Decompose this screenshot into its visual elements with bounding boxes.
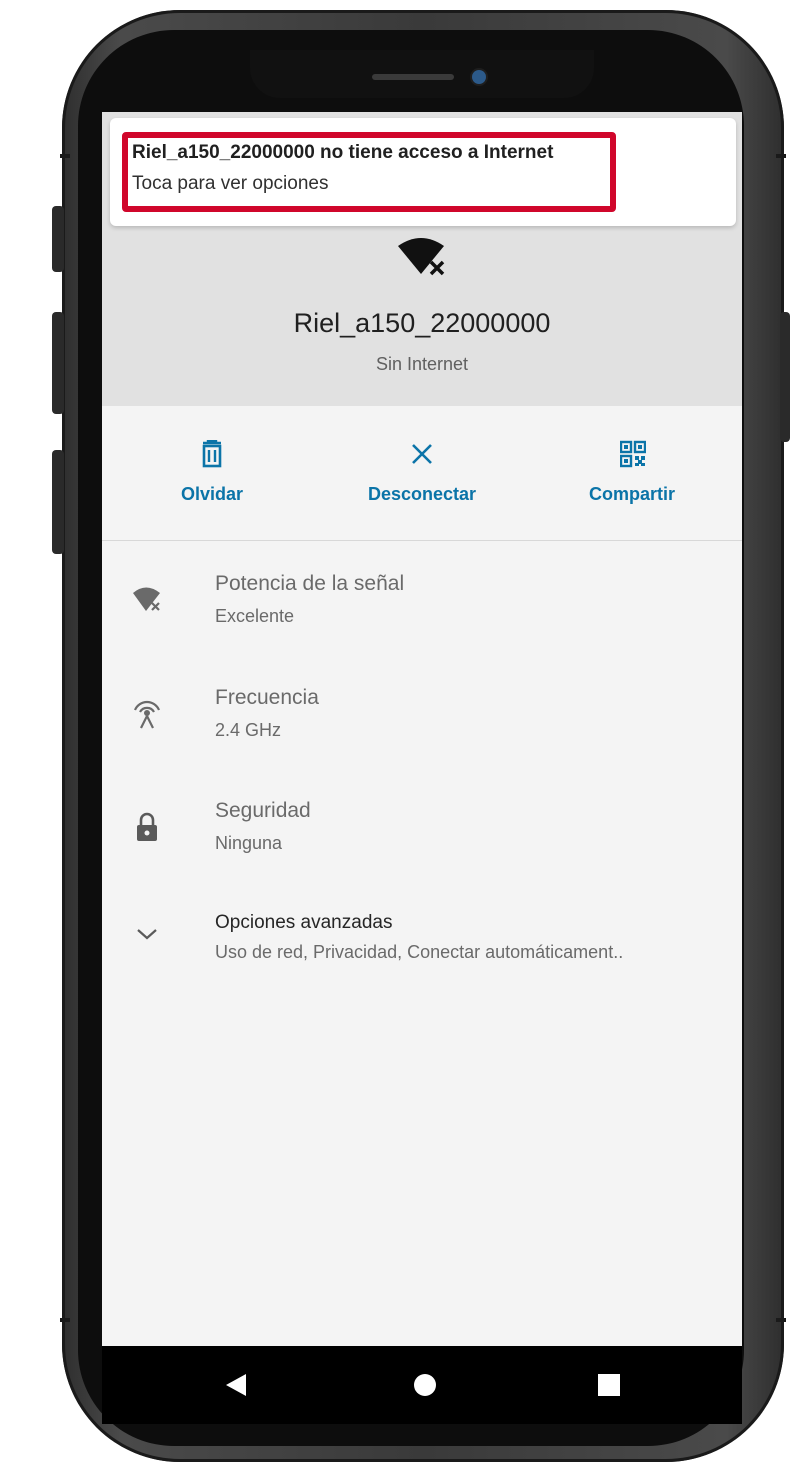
front-camera — [472, 70, 486, 84]
signal-strength-title: Potencia de la señal — [215, 572, 405, 595]
notification-subtitle: Toca para ver opciones — [132, 173, 329, 194]
home-circle-icon — [414, 1374, 436, 1396]
back-button[interactable] — [222, 1370, 252, 1405]
notification-title: Riel_a150_22000000 no tiene acceso a Int… — [132, 142, 554, 163]
close-icon — [412, 444, 432, 464]
back-triangle-icon — [226, 1374, 246, 1396]
lock-icon — [132, 811, 162, 848]
home-button[interactable] — [412, 1372, 438, 1403]
frame-edge — [776, 154, 786, 158]
volume-up-button[interactable] — [52, 312, 64, 414]
security-row: Seguridad Ninguna — [102, 799, 742, 889]
recents-button[interactable] — [596, 1372, 622, 1403]
volume-down-button[interactable] — [52, 450, 64, 554]
frequency-value: 2.4 GHz — [215, 720, 282, 740]
wifi-no-internet-icon — [132, 586, 162, 619]
disconnect-button[interactable]: Desconectar — [322, 406, 522, 540]
share-button[interactable]: Compartir — [532, 406, 732, 540]
signal-strength-value: Excelente — [215, 606, 295, 626]
recents-square-icon — [598, 1374, 620, 1396]
frequency-row: Frecuencia 2.4 GHz — [102, 686, 742, 776]
security-value: Ninguna — [215, 833, 283, 853]
wifi-no-internet-icon — [397, 236, 449, 285]
side-button[interactable] — [52, 206, 64, 272]
forget-label: Olvidar — [180, 484, 244, 504]
power-button[interactable] — [780, 312, 790, 442]
screen: Riel_a150_22000000 Sin Internet Riel_a15… — [102, 112, 742, 1346]
advanced-options-summary: Uso de red, Privacidad, Conectar automát… — [215, 942, 624, 962]
frequency-title: Frecuencia — [215, 686, 319, 709]
advanced-options-title: Opciones avanzadas — [215, 912, 393, 933]
network-status: Sin Internet — [375, 354, 469, 374]
frame-edge — [60, 1318, 70, 1322]
action-bar: Olvidar Desconectar Compartir — [102, 406, 742, 541]
chevron-down-icon — [132, 924, 162, 949]
antenna-icon — [132, 696, 162, 735]
forget-button[interactable]: Olvidar — [112, 406, 312, 540]
security-title: Seguridad — [215, 799, 311, 822]
advanced-options-row[interactable]: Opciones avanzadas Uso de red, Privacida… — [102, 910, 742, 1000]
trash-icon — [202, 440, 222, 468]
frame-edge — [60, 154, 70, 158]
speaker-grille — [372, 74, 454, 80]
network-name: Riel_a150_22000000 — [293, 308, 551, 338]
signal-strength-row: Potencia de la señal Excelente — [102, 572, 742, 662]
share-label: Compartir — [588, 484, 675, 504]
qr-code-icon — [620, 440, 646, 468]
frame-edge — [776, 1318, 786, 1322]
notification-card[interactable]: Riel_a150_22000000 no tiene acceso a Int… — [110, 118, 736, 226]
disconnect-label: Desconectar — [367, 484, 477, 504]
